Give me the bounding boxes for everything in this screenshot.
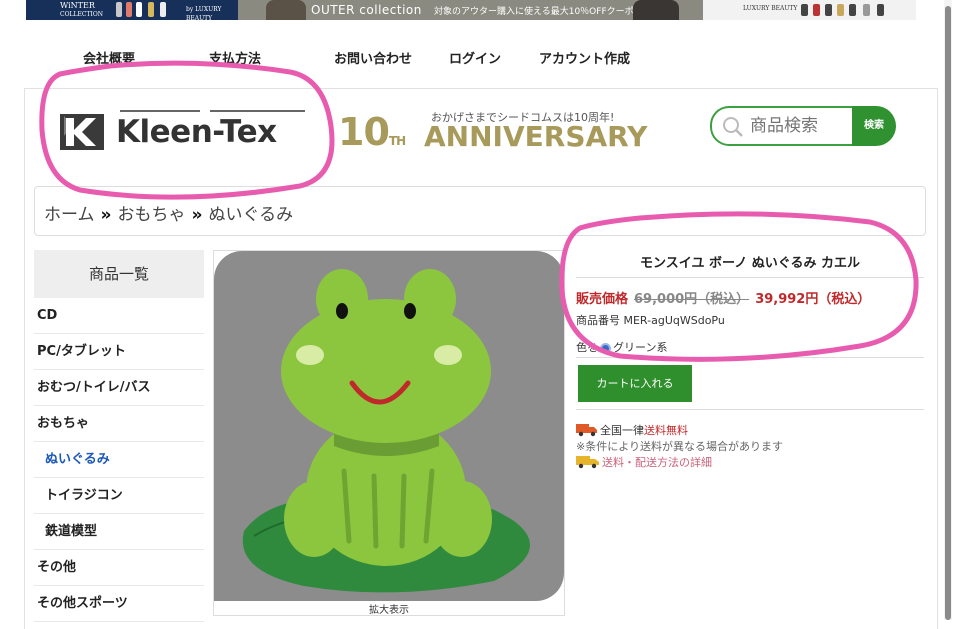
sidebar-item-cd[interactable]: CD: [34, 298, 204, 334]
divider: [576, 277, 924, 278]
breadcrumb-separator: »: [191, 205, 203, 225]
banner-outer-promo: 対象のアウター購入に使える最大10％OFFクーポン: [434, 7, 643, 17]
bottle-icon: [126, 2, 132, 17]
frog-image: [214, 251, 564, 601]
bottle-icon: [877, 4, 884, 16]
bottle-icon: [136, 2, 142, 17]
sidebar-heading: 商品一覧: [34, 250, 204, 298]
site-logo-text: Kleen-Tex: [116, 114, 277, 150]
bottle-icon: [849, 4, 856, 16]
breadcrumb-separator: »: [100, 205, 112, 225]
free-shipping: 送料無料: [644, 424, 688, 437]
product-title: モンスイユ ボーノ ぬいぐるみ カエル: [639, 256, 861, 271]
sidebar-item-diapers[interactable]: おむつ/トイレ/バス: [34, 370, 204, 406]
color-value: グリーン系: [613, 341, 668, 354]
shipping-note: ※条件により送料が異なる場合があります: [576, 440, 783, 453]
bottle-icon: [837, 4, 844, 16]
search-bar: 検索: [710, 106, 896, 146]
coat-image: [633, 0, 679, 20]
shipping-text: 全国一律: [600, 424, 644, 437]
nav-login[interactable]: ログイン: [449, 48, 501, 67]
sidebar-item-toys[interactable]: おもちゃ: [34, 406, 204, 442]
category-sidebar: 商品一覧 CD PC/タブレット おむつ/トイレ/バス おもちゃ ぬいぐるみ ト…: [34, 250, 204, 622]
banner-outer-collection[interactable]: OUTER collection 対象のアウター購入に使える最大10％OFFクー…: [238, 0, 703, 20]
promo-banner[interactable]: WiNTER COLLECTION by LUXURY BEAUTY OUTER…: [26, 0, 916, 20]
color-prefix: 色を: [576, 341, 598, 354]
sidebar-item-plush[interactable]: ぬいぐるみ: [34, 442, 204, 478]
anniversary-number: 10TH: [338, 110, 406, 154]
search-icon: [723, 117, 743, 137]
old-price: 69,000円（税込）: [634, 292, 750, 307]
bottle-icon: [863, 4, 870, 16]
breadcrumb-toys[interactable]: おもちゃ: [117, 205, 185, 225]
shipping-details-link[interactable]: 送料・配送方法の詳細: [576, 454, 712, 470]
bottle-icon: [116, 2, 122, 17]
breadcrumb-home[interactable]: ホーム: [44, 205, 95, 225]
scrollbar-thumb[interactable]: [945, 6, 951, 620]
top-navigation: 会社概要 支払方法 お問い合わせ ログイン アカウント作成: [0, 48, 940, 68]
sidebar-item-other[interactable]: その他: [34, 550, 204, 586]
bottle-icon: [801, 4, 808, 16]
breadcrumb: ホーム» おもちゃ» ぬいぐるみ: [34, 186, 926, 236]
product-image[interactable]: 拡大表示: [213, 250, 565, 616]
search-input[interactable]: [748, 114, 852, 138]
coat-image: [266, 0, 306, 20]
color-row: 色を グリーン系: [576, 339, 667, 355]
banner-luxury-text: by LUXURY BEAUTY: [186, 6, 222, 20]
nav-create-account[interactable]: アカウント作成: [539, 48, 630, 67]
sidebar-item-pc-tablet[interactable]: PC/タブレット: [34, 334, 204, 370]
banner-outer-title: OUTER collection: [311, 3, 422, 17]
color-radio[interactable]: [600, 343, 611, 354]
truck-icon: [576, 456, 599, 469]
price-row: 販売価格 69,000円（税込） 39,992円（税込）: [576, 288, 870, 307]
sidebar-item-rc-toys[interactable]: トイラジコン: [34, 478, 204, 514]
search-box[interactable]: [710, 106, 856, 146]
bottle-icon: [148, 2, 154, 17]
bottle-icon: [813, 4, 820, 16]
divider: [576, 409, 924, 410]
site-logo[interactable]: Kleen-Tex: [60, 108, 310, 153]
price-label: 販売価格: [576, 292, 629, 307]
zoom-label[interactable]: 拡大表示: [214, 601, 564, 616]
bottle-icon: [825, 4, 832, 16]
nav-contact[interactable]: お問い合わせ: [334, 48, 412, 67]
truck-icon: [576, 424, 597, 437]
search-button[interactable]: 検索: [852, 106, 896, 146]
add-to-cart-button[interactable]: カートに入れる: [578, 365, 692, 402]
sale-price: 39,992円（税込）: [755, 292, 871, 307]
shipping-link-label[interactable]: 送料・配送方法の詳細: [602, 456, 712, 469]
banner-luxury-beauty[interactable]: LUXURY BEAUTY: [703, 0, 916, 20]
nav-company[interactable]: 会社概要: [83, 48, 135, 67]
sidebar-item-model-trains[interactable]: 鉄道模型: [34, 514, 204, 550]
sidebar-item-other-sports[interactable]: その他スポーツ: [34, 586, 204, 622]
breadcrumb-plush: ぬいぐるみ: [208, 205, 294, 225]
bottle-icon: [160, 2, 166, 17]
product-sku: 商品番号 MER-agUqWSdoPu: [576, 314, 725, 327]
anniversary-word: ANNIVERSARY: [424, 120, 648, 153]
shipping-info: 全国一律送料無料: [576, 422, 688, 438]
banner-winter-collection[interactable]: WiNTER COLLECTION by LUXURY BEAUTY: [26, 0, 238, 20]
divider: [576, 357, 924, 358]
nav-payment[interactable]: 支払方法: [209, 48, 261, 67]
